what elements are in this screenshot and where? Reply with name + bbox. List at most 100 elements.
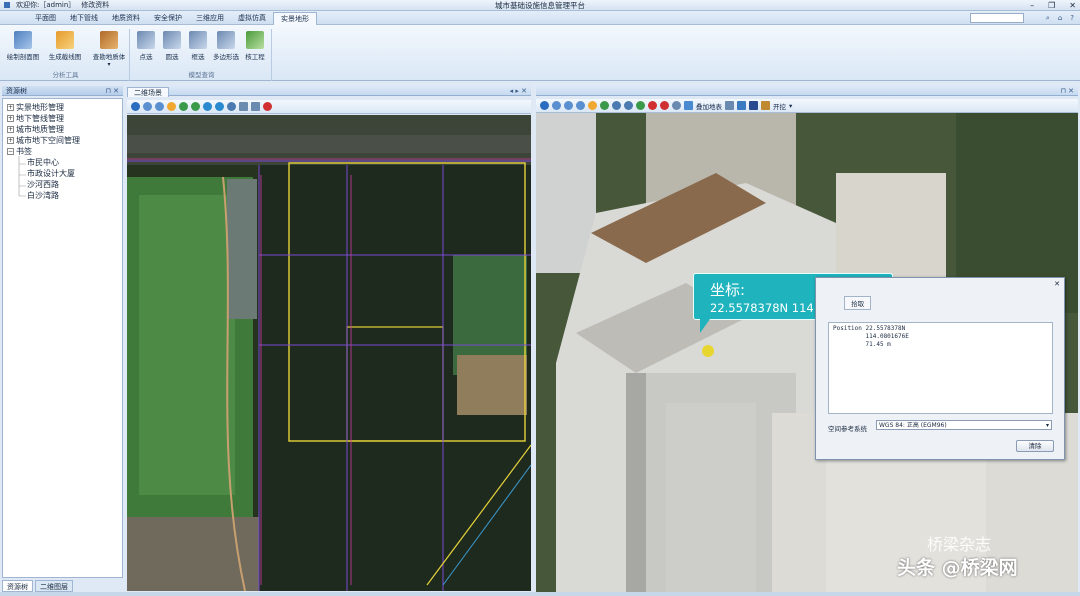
- zoom-out-icon[interactable]: [576, 101, 585, 110]
- tab-2d-layers[interactable]: 二维图层: [35, 580, 73, 592]
- identify-icon[interactable]: [612, 101, 621, 110]
- back-icon[interactable]: [203, 102, 212, 111]
- home-icon[interactable]: ⌂: [1058, 12, 1062, 24]
- tree-item-pipelines[interactable]: + 地下管线管理: [7, 114, 64, 124]
- zoom-in-icon[interactable]: [564, 101, 573, 110]
- stop-icon[interactable]: [648, 101, 657, 110]
- tree-item-geology[interactable]: + 城市地质管理: [7, 125, 64, 135]
- rotate-icon[interactable]: [600, 101, 609, 110]
- map2d-toolbar: [127, 100, 531, 114]
- fly-icon[interactable]: [624, 101, 633, 110]
- refresh-icon[interactable]: [540, 101, 549, 110]
- tree-item-underground[interactable]: + 城市地下空间管理: [7, 136, 80, 146]
- position-line: 114.0801676E: [833, 333, 909, 340]
- bookmark-item[interactable]: 市政设计大厦: [27, 169, 75, 179]
- circle-select-icon: [163, 31, 181, 49]
- map-2d-view[interactable]: [127, 115, 531, 591]
- map3d-header: ⊓ ✕: [536, 86, 1078, 96]
- excavate-icon[interactable]: [761, 101, 770, 110]
- zoom-out-icon[interactable]: [155, 102, 164, 111]
- delete-icon[interactable]: [660, 101, 669, 110]
- fit-icon[interactable]: [191, 102, 200, 111]
- dropdown-arrow-icon[interactable]: ▾: [90, 61, 128, 68]
- generate-section-button[interactable]: 生成截线图: [46, 31, 84, 61]
- overlay-terrain-button[interactable]: 叠加地表: [696, 101, 722, 111]
- refresh-icon[interactable]: [131, 102, 140, 111]
- draw-icon[interactable]: [749, 101, 758, 110]
- terrain-icon[interactable]: [725, 101, 734, 110]
- polygon-select-button[interactable]: 多边形选: [208, 31, 244, 61]
- watermark-line-1: 桥梁杂志: [927, 535, 992, 554]
- expand-icon[interactable]: +: [7, 104, 14, 111]
- ribbon-group-analysis: 绘制剖面图 生成截线图 查勘地质体 ▾ 分析工具: [2, 29, 130, 81]
- tab-plan[interactable]: 平面图: [28, 12, 63, 25]
- layers-icon[interactable]: [239, 102, 248, 111]
- help-icon[interactable]: ?: [1070, 12, 1074, 24]
- identify-icon[interactable]: [227, 102, 236, 111]
- water-icon[interactable]: [737, 101, 746, 110]
- resource-tree-header: 资源树 ⊓ ✕: [2, 86, 123, 96]
- search-input[interactable]: [970, 13, 1024, 23]
- tab-geology[interactable]: 地质资料: [105, 12, 147, 25]
- tab-2d-scene[interactable]: 二维场景: [127, 87, 169, 97]
- satellite-map: [127, 115, 531, 591]
- title-bar: 欢迎你:［admin］ 修改资料 城市基础设施信息管理平台 – ❐ ✕: [0, 0, 1080, 11]
- core-engineering-button[interactable]: 核工程: [240, 31, 270, 61]
- expand-icon[interactable]: +: [7, 115, 14, 122]
- pan-icon[interactable]: [167, 102, 176, 111]
- pin-icon[interactable]: ⊓ ✕: [1060, 86, 1074, 96]
- pick-dialog: ✕ . 拾取 Position 22.5578378N 114.0801676E…: [815, 277, 1065, 460]
- measure-icon[interactable]: [251, 102, 260, 111]
- search-icon[interactable]: ⌕: [1046, 12, 1050, 24]
- close-icon[interactable]: ✕: [1069, 0, 1076, 11]
- geology-body-icon: [100, 31, 118, 49]
- minimize-icon[interactable]: –: [1030, 0, 1034, 11]
- window-controls-icon[interactable]: ◂ ▸ ✕: [510, 86, 527, 96]
- draw-profile-button[interactable]: 绘制剖面图: [4, 31, 42, 61]
- restore-icon[interactable]: ❐: [1048, 0, 1055, 11]
- excavate-button[interactable]: 开挖: [773, 101, 786, 111]
- ribbon-group-label: 分析工具: [52, 71, 79, 79]
- measure-icon[interactable]: [636, 101, 645, 110]
- move-icon[interactable]: [552, 101, 561, 110]
- map3d-toolbar: 叠加地表 开挖 ▾: [536, 99, 1078, 113]
- circle-select-button[interactable]: 圆选: [158, 31, 186, 61]
- bookmark-item[interactable]: 沙河西路: [27, 180, 59, 190]
- bookmark-item[interactable]: 白沙湾路: [27, 191, 59, 201]
- ribbon-group-model-query: 点选 圆选 框选 多边形选 核工程 模型查询: [132, 29, 272, 81]
- tab-pipelines[interactable]: 地下管线: [63, 12, 105, 25]
- position-line: 71.45 m: [833, 341, 891, 348]
- overlay-icon[interactable]: [684, 101, 693, 110]
- close-icon[interactable]: ✕: [1054, 280, 1060, 288]
- engineering-icon: [246, 31, 264, 49]
- tree-item-terrain[interactable]: + 实景地形管理: [7, 103, 64, 113]
- expand-icon[interactable]: +: [7, 137, 14, 144]
- zoom-in-icon[interactable]: [143, 102, 152, 111]
- tab-simulation[interactable]: 虚拟仿真: [231, 12, 273, 25]
- tab-3d[interactable]: 三维应用: [189, 12, 231, 25]
- bookmark-item[interactable]: 市民中心: [27, 158, 59, 168]
- full-extent-icon[interactable]: [179, 102, 188, 111]
- expand-icon[interactable]: +: [7, 126, 14, 133]
- clear-button[interactable]: 清除: [1016, 440, 1054, 452]
- box-select-icon: [189, 31, 207, 49]
- map2d-header: ◂ ▸ ✕: [127, 86, 531, 96]
- forward-icon[interactable]: [215, 102, 224, 111]
- point-select-icon: [137, 31, 155, 49]
- tab-terrain[interactable]: 实景地形: [273, 12, 317, 25]
- dropdown-arrow-icon[interactable]: ▾: [789, 102, 792, 110]
- tab-resource-tree[interactable]: 资源树: [2, 580, 33, 592]
- point-select-button[interactable]: 点选: [132, 31, 160, 61]
- collapse-icon[interactable]: −: [7, 148, 14, 155]
- ribbon-group-label: 模型查询: [188, 71, 215, 79]
- srs-select[interactable]: WGS 84: 正高 (EGM96) ▾: [876, 420, 1052, 430]
- pin-icon[interactable]: ⊓ ✕: [105, 86, 119, 96]
- tab-safety[interactable]: 安全保护: [147, 12, 189, 25]
- inspect-geology-button[interactable]: 查勘地质体 ▾: [90, 31, 128, 68]
- tab-pick[interactable]: 拾取: [844, 296, 872, 310]
- chevron-down-icon[interactable]: ▾: [1046, 421, 1049, 430]
- clear-icon[interactable]: [263, 102, 272, 111]
- settings-icon[interactable]: [672, 101, 681, 110]
- pan-icon[interactable]: [588, 101, 597, 110]
- status-bar: [0, 592, 1080, 596]
